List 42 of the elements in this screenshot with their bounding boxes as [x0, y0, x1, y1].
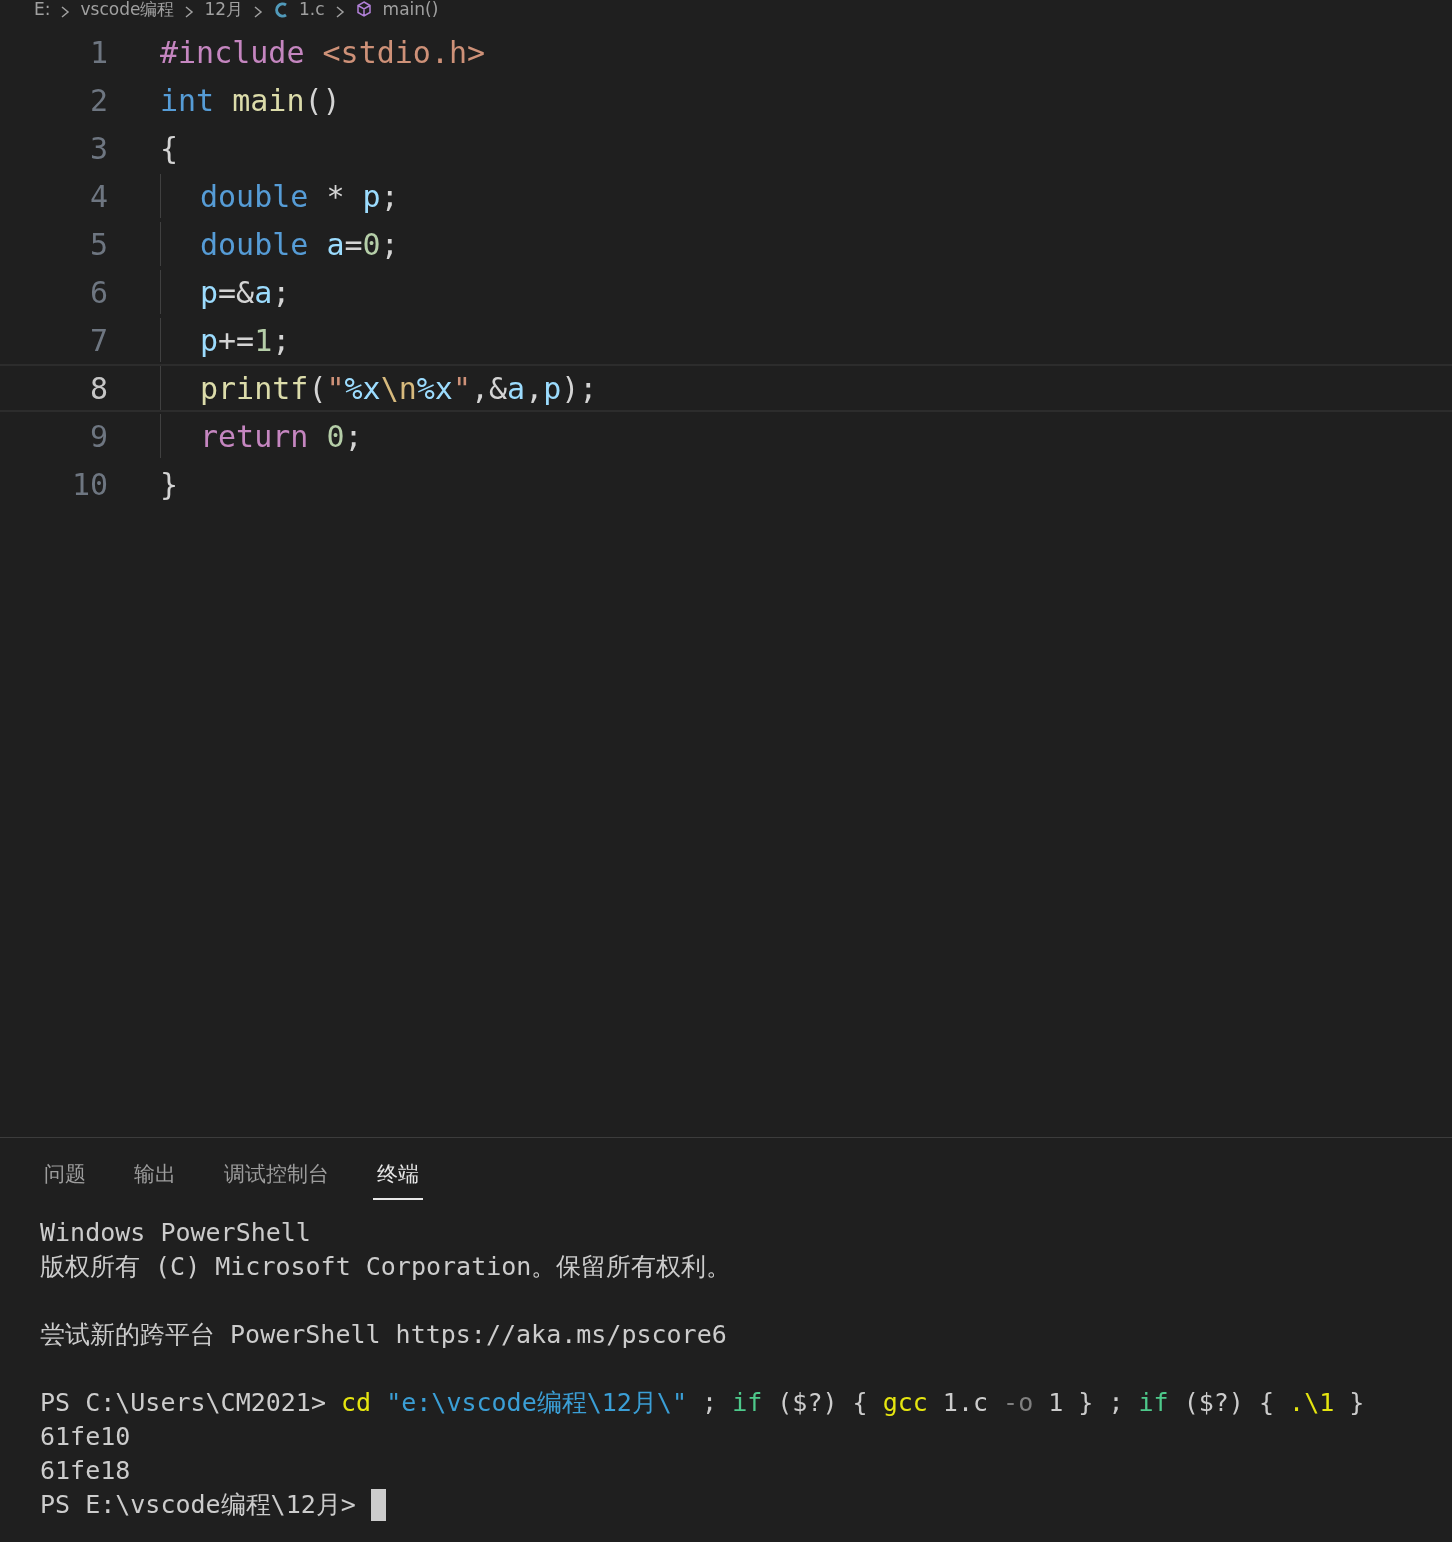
chevron-icon — [184, 6, 195, 18]
code-editor[interactable]: 1 #include <stdio.h> 2 int main() 3 { 4 double * p; 5 double a=0; 6 p=&a; 7 p+=1; 8 printf("%x\n%x",&a,p); 9 return 0; 10 } — [0, 18, 1452, 1137]
chevron-icon — [60, 6, 71, 18]
terminal-line: PS E:\vscode编程\12月> — [40, 1489, 357, 1521]
line-number: 10 — [70, 465, 108, 504]
terminal-line: PS C:\Users\CM2021> cd "e:\vscode编程\12月\" ; if ($?) { gcc 1.c -o 1 } ; if ($?) { .\1 } — [40, 1387, 1365, 1419]
code-line: { — [160, 129, 179, 168]
code-line: #include <stdio.h> — [160, 33, 486, 72]
chevron-icon — [334, 6, 345, 18]
line-number: 9 — [88, 417, 108, 456]
code-line: p=&a; — [160, 270, 291, 314]
breadcrumb-item[interactable]: vscode编程 — [80, 0, 175, 18]
breadcrumb-item[interactable]: 1.c — [299, 0, 325, 18]
line-number: 4 — [88, 177, 108, 216]
terminal-line: Windows PowerShell — [40, 1217, 311, 1249]
breadcrumb-item[interactable]: E: — [34, 0, 51, 18]
panel-tab[interactable]: 问题 — [40, 1160, 90, 1200]
line-number: 6 — [88, 273, 108, 312]
line-number: 7 — [88, 321, 108, 360]
terminal-line: 61fe10 — [40, 1421, 131, 1453]
code-line: double * p; — [160, 174, 399, 218]
line-number: 3 — [88, 129, 108, 168]
breadcrumb-item[interactable]: 12月 — [204, 0, 244, 18]
line-number: 2 — [88, 81, 108, 120]
chevron-icon — [253, 6, 264, 18]
terminal-line: 版权所有 (C) Microsoft Corporation。保留所有权利。 — [40, 1251, 732, 1283]
breadcrumb-item[interactable]: main() — [382, 0, 439, 18]
code-line: int main() — [160, 81, 341, 120]
line-number: 5 — [88, 225, 108, 264]
line-number: 1 — [88, 33, 108, 72]
code-line: double a=0; — [160, 222, 399, 266]
code-line: p+=1; — [160, 318, 291, 362]
code-line: return 0; — [160, 414, 363, 458]
code-line: } — [160, 465, 179, 504]
panel-tab[interactable]: 终端 — [373, 1160, 423, 1200]
panel-tab[interactable]: 调试控制台 — [220, 1160, 333, 1200]
cube-icon — [354, 0, 373, 18]
terminal-line: 61fe18 — [40, 1455, 131, 1487]
panel-tab[interactable]: 输出 — [130, 1160, 180, 1200]
terminal-line: 尝试新的跨平台 PowerShell https://aka.ms/pscore6 — [40, 1319, 727, 1351]
code-line: printf("%x\n%x",&a,p); — [160, 366, 598, 410]
line-number: 8 — [88, 369, 108, 408]
